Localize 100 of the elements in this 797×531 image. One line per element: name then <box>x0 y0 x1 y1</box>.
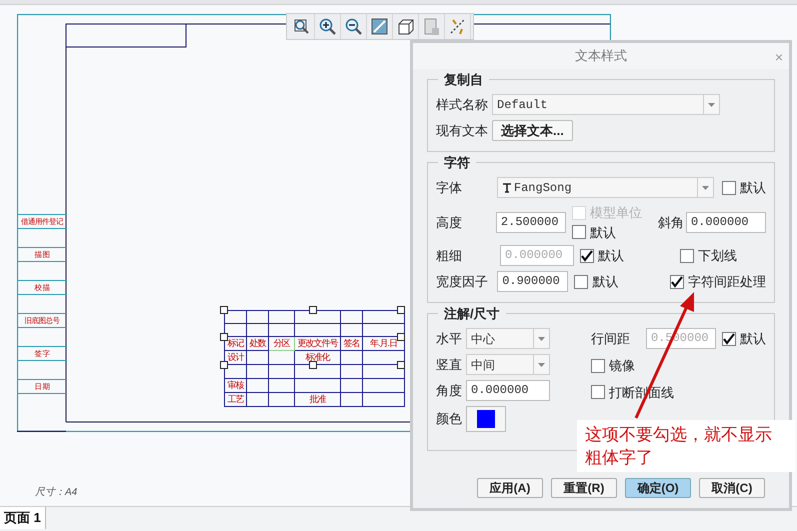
dropdown-value: 中心 <box>471 330 495 348</box>
table-cell: 签名 <box>341 337 363 351</box>
checkmark-icon <box>670 276 683 288</box>
dropdown[interactable]: 中间 <box>466 354 550 375</box>
dropdown[interactable]: FangSong <box>496 177 714 198</box>
field-label: 竖直 <box>436 356 462 374</box>
text-field[interactable]: 0.000000 <box>466 380 550 401</box>
dialog-button[interactable]: 重置(R) <box>551 478 617 498</box>
table-cell: 审核 <box>225 379 247 393</box>
selection-handle[interactable] <box>220 361 228 369</box>
table-cell <box>295 324 341 337</box>
table-cell <box>247 365 269 379</box>
text-field[interactable]: 0.000000 <box>686 212 766 233</box>
page-tab[interactable]: 页面 1 <box>0 507 46 529</box>
field-label: 角度 <box>436 382 462 400</box>
dropdown[interactable]: 中心 <box>466 328 550 349</box>
selection-handle[interactable] <box>220 333 228 341</box>
table-cell: 分区 <box>269 337 295 351</box>
checkbox[interactable] <box>572 225 586 240</box>
table-cell <box>269 324 295 337</box>
selection-handle[interactable] <box>397 333 405 341</box>
color-button[interactable] <box>466 406 506 432</box>
selection-handle[interactable] <box>220 306 228 314</box>
field-label: 颜色 <box>436 410 462 428</box>
checkmark-icon <box>581 250 593 262</box>
zoom-window-icon[interactable] <box>292 17 311 36</box>
group-title: 复制自 <box>438 70 489 90</box>
table-cell <box>269 365 295 379</box>
selection-handle[interactable] <box>397 361 405 369</box>
dropdown-arrow-icon <box>702 186 709 190</box>
selection-handle[interactable] <box>397 306 405 314</box>
selection-handle[interactable] <box>309 361 317 369</box>
checkbox-label: 下划线 <box>698 246 737 265</box>
table-cell <box>247 324 269 337</box>
checkbox[interactable] <box>574 274 588 288</box>
dialog-title: 文本样式 <box>575 47 627 66</box>
table-cell <box>295 379 341 393</box>
field-label: 现有文本 <box>436 122 488 140</box>
table-cell <box>363 393 405 407</box>
table-cell <box>269 379 295 393</box>
table-cell <box>269 351 295 365</box>
table-cell <box>247 393 269 407</box>
cube-icon[interactable] <box>396 17 415 36</box>
dialog-button[interactable]: 取消(C) <box>699 478 765 498</box>
checkbox-label: 默认 <box>740 178 766 197</box>
table-cell <box>341 351 363 365</box>
dropdown-arrow-icon <box>708 102 715 106</box>
checkbox-label: 默认 <box>592 272 618 291</box>
field-label: 字体 <box>436 178 463 197</box>
checkbox-label: 默认 <box>740 330 766 348</box>
shade-icon[interactable] <box>370 17 389 36</box>
checkbox-label: 默认 <box>590 224 616 242</box>
table-cell <box>341 393 363 407</box>
dropdown-arrow-icon <box>538 336 545 340</box>
checkbox[interactable] <box>722 332 736 346</box>
checkbox[interactable] <box>591 358 605 373</box>
table-cell: 更改文件号 <box>295 337 341 351</box>
table-cell <box>363 379 405 393</box>
table-cell <box>247 379 269 393</box>
table-cell: 批准 <box>295 393 341 407</box>
selection-handle[interactable] <box>309 306 317 314</box>
field-label: 样式名称 <box>436 96 488 114</box>
font-icon <box>502 182 512 192</box>
table-cell <box>341 379 363 393</box>
table-cell: 工艺 <box>225 393 247 407</box>
zoom-out-icon[interactable] <box>344 17 363 36</box>
dropdown-value: Default <box>497 96 548 114</box>
field-label: 宽度因子 <box>436 272 489 291</box>
table-cell: 处数 <box>247 337 269 351</box>
dialog-button[interactable]: 确定(O) <box>625 478 691 498</box>
field-label: 水平 <box>436 330 462 348</box>
table-cell <box>247 351 269 365</box>
select-text-button[interactable]: 选择文本... <box>492 120 573 141</box>
annotation-callout: 这项不要勾选，就不显示粗体字了 <box>577 420 795 472</box>
dropdown-arrow-icon <box>538 362 545 366</box>
checkbox[interactable] <box>580 248 594 262</box>
table-cell <box>341 324 363 337</box>
checkbox-label: 默认 <box>598 246 624 265</box>
field-label: 高度 <box>436 214 463 232</box>
checkbox[interactable] <box>670 274 684 288</box>
text-field[interactable]: 0.900000 <box>497 271 568 292</box>
dropdown-value: FangSong <box>514 180 572 196</box>
dropdown[interactable]: Default <box>492 94 720 115</box>
checkbox-label: 镜像 <box>609 357 635 375</box>
field-label: 行间距 <box>591 330 630 348</box>
checkbox[interactable] <box>722 180 736 194</box>
dropdown-value: 中间 <box>471 356 495 374</box>
checkbox-label: 字符间距处理 <box>688 272 766 291</box>
checkbox[interactable] <box>591 385 605 400</box>
field-label: 粗细 <box>436 246 463 265</box>
zoom-in-icon[interactable] <box>318 17 337 36</box>
checkmark-icon <box>723 332 735 344</box>
dialog-button[interactable]: 应用(A) <box>477 478 543 498</box>
checkbox-label: 模型单位 <box>590 204 642 222</box>
table-cell <box>269 393 295 407</box>
table-cell <box>341 365 363 379</box>
checkbox[interactable] <box>680 248 694 262</box>
field-label: 斜角 <box>658 214 684 232</box>
sheet-size-label: 尺寸：A4 <box>35 486 78 500</box>
text-field[interactable]: 2.500000 <box>496 212 566 233</box>
